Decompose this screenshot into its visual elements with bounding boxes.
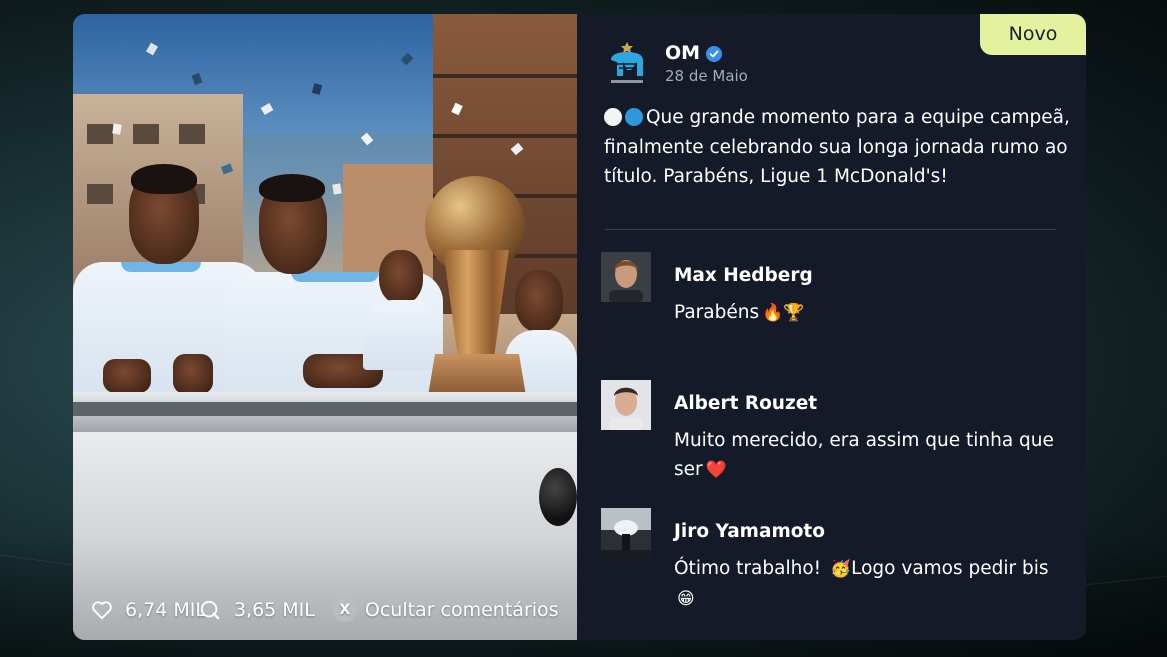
hide-comments-button[interactable]: X Ocultar comentários: [332, 598, 559, 622]
comment-item: Max Hedberg Parabéns 🔥🏆: [601, 252, 1061, 352]
heart-icon: [91, 600, 113, 620]
comment-count: 3,65 MIL: [233, 599, 315, 621]
post-stats: 6,74 MIL 3,65 MIL X Ocultar comentários: [91, 596, 559, 624]
x-button-icon: X: [332, 598, 357, 622]
avatar[interactable]: [601, 508, 651, 558]
post-image: 6,74 MIL 3,65 MIL X Ocultar comentários: [73, 14, 577, 640]
social-post-card: 6,74 MIL 3,65 MIL X Ocultar comentários …: [73, 14, 1086, 640]
avatar[interactable]: [601, 252, 651, 302]
post-panel: Novo OM 28 de Maio Que grande momento pa…: [577, 14, 1086, 640]
comment-button[interactable]: 3,65 MIL: [200, 599, 315, 621]
post-body: Que grande momento para a equipe campeã,…: [604, 107, 1070, 187]
comment-item: Jiro Yamamoto Ótimo trabalho! 🥳Logo vamo…: [601, 508, 1061, 609]
commenter-name[interactable]: Jiro Yamamoto: [674, 521, 825, 542]
author-name: OM: [665, 42, 701, 64]
post-date: 28 de Maio: [665, 67, 748, 85]
divider: [605, 229, 1056, 230]
post-text: Que grande momento para a equipe campeã,…: [604, 103, 1074, 192]
avatar[interactable]: [601, 380, 651, 430]
grin-emoji-icon: 😁: [677, 589, 695, 609]
hide-comments-label: Ocultar comentários: [364, 599, 559, 621]
verified-badge-icon: [706, 45, 723, 62]
fire-trophy-emoji-icon: 🔥🏆: [762, 303, 805, 323]
comment-text: Ótimo trabalho! 🥳Logo vamos pedir bis 😁: [674, 554, 1064, 614]
commenter-name[interactable]: Max Hedberg: [674, 265, 813, 286]
om-logo-icon: [605, 40, 649, 88]
heart-emoji-icon: ❤️: [705, 460, 727, 480]
party-face-emoji-icon: 🥳: [829, 559, 852, 579]
comment-item: Albert Rouzet Muito merecido, era assim …: [601, 380, 1061, 490]
commenter-name[interactable]: Albert Rouzet: [674, 393, 817, 414]
comment-text: Parabéns 🔥🏆: [674, 298, 1064, 328]
new-badge: Novo: [980, 14, 1086, 55]
comment-bubble-icon: [200, 600, 220, 620]
post-author[interactable]: OM: [665, 42, 723, 64]
white-circle-icon: [604, 108, 622, 126]
like-button[interactable]: 6,74 MIL: [91, 599, 206, 621]
comment-text: Muito merecido, era assim que tinha que …: [674, 426, 1064, 485]
blue-circle-icon: [625, 108, 643, 126]
like-count: 6,74 MIL: [125, 599, 206, 621]
